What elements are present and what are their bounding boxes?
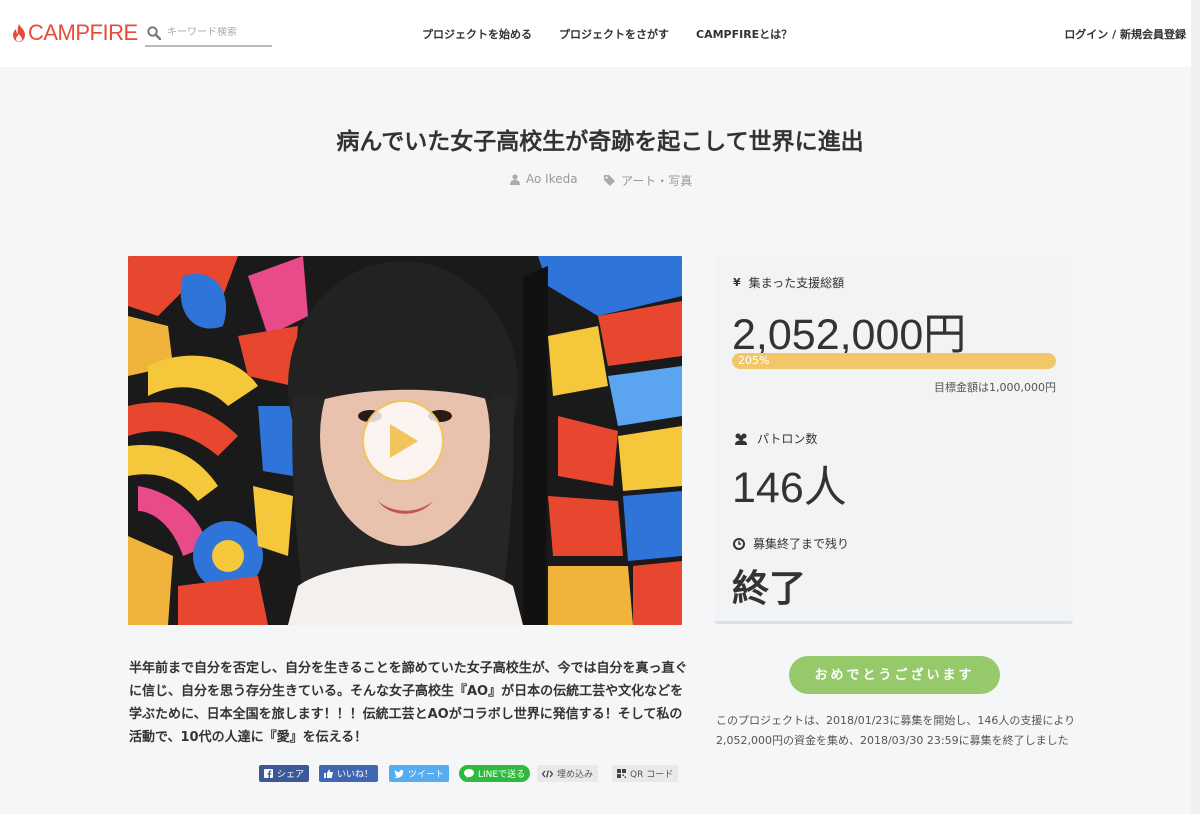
project-title: 病んでいた女子高校生が奇跡を起こして世界に進出 bbox=[336, 129, 864, 155]
progress-percent: 205% bbox=[738, 354, 770, 367]
search-input[interactable] bbox=[167, 27, 267, 38]
logo-text: CAMPFIRE bbox=[28, 20, 138, 45]
qr-label: QR コード bbox=[630, 770, 674, 780]
code-icon bbox=[542, 769, 553, 778]
category-name: アート・写真 bbox=[621, 174, 693, 188]
facebook-share-button[interactable]: シェア bbox=[259, 765, 310, 782]
patrons-label: パトロン数 bbox=[733, 430, 817, 447]
project-owner[interactable]: Ao Ikeda bbox=[510, 172, 578, 186]
facebook-like-label: いいね！ bbox=[337, 770, 374, 780]
facebook-icon bbox=[264, 769, 273, 778]
project-description: 半年前まで自分を否定し、自分を生きることを諦めていた女子高校生が、今では自分を真… bbox=[129, 661, 688, 745]
amount-label: ¥ 集まった支援総額 bbox=[733, 274, 844, 291]
qr-code-button[interactable]: QR コード bbox=[612, 765, 679, 782]
project-video[interactable] bbox=[128, 256, 682, 625]
user-icon bbox=[510, 173, 520, 185]
owner-name: Ao Ikeda bbox=[526, 172, 578, 186]
yen-icon: ¥ bbox=[733, 276, 741, 289]
remaining-time: 終了 bbox=[732, 567, 806, 610]
campfire-logo[interactable]: CAMPFIRE bbox=[12, 20, 138, 46]
nav-find-project[interactable]: プロジェクトをさがす bbox=[559, 26, 669, 42]
flame-icon bbox=[13, 24, 25, 42]
funding-progress-bar: 205% bbox=[732, 353, 1056, 369]
remaining-label-text: 募集終了まで残り bbox=[753, 537, 850, 551]
funding-stats-panel: ¥ 集まった支援総額 2,052,000円 205% 目標金額は1,000,00… bbox=[715, 256, 1073, 624]
thumbs-up-icon bbox=[324, 769, 333, 778]
embed-label: 埋め込み bbox=[557, 770, 594, 780]
twitter-share-label: ツイート bbox=[408, 770, 445, 780]
qr-icon bbox=[617, 769, 626, 778]
patrons-label-text: パトロン数 bbox=[757, 432, 818, 446]
clock-icon bbox=[733, 537, 745, 550]
play-button[interactable] bbox=[362, 400, 444, 482]
facebook-share-label: シェア bbox=[277, 770, 305, 780]
users-icon bbox=[735, 433, 747, 445]
nav-about-campfire[interactable]: CAMPFIREとは？ bbox=[696, 26, 792, 42]
project-category[interactable]: アート・写真 bbox=[604, 172, 692, 189]
embed-button[interactable]: 埋め込み bbox=[537, 765, 599, 782]
line-icon bbox=[464, 769, 474, 778]
project-summary: このプロジェクトは、2018/01/23に募集を開始し、146人の支援により2,… bbox=[716, 714, 1076, 747]
patron-count: 146人 bbox=[732, 464, 847, 512]
tag-icon bbox=[604, 175, 615, 186]
search-icon bbox=[147, 25, 161, 40]
line-share-button[interactable]: LINEで送る bbox=[459, 765, 531, 782]
facebook-like-button[interactable]: いいね！ bbox=[319, 765, 379, 782]
nav-start-project[interactable]: プロジェクトを始める bbox=[422, 26, 532, 42]
amount-label-text: 集まった支援総額 bbox=[748, 276, 845, 290]
congrats-button[interactable]: おめでとうございます bbox=[789, 656, 1000, 694]
goal-amount: 目標金額は1,000,000円 bbox=[934, 381, 1056, 394]
site-header: CAMPFIRE プロジェクトを始める プロジェクトをさがす CAMPFIREと… bbox=[0, 0, 1200, 67]
login-signup-link[interactable]: ログイン / 新規会員登録 bbox=[1064, 26, 1186, 42]
line-share-label: LINEで送る bbox=[478, 770, 526, 780]
scrollbar-track[interactable] bbox=[1191, 0, 1200, 814]
play-icon bbox=[390, 424, 418, 458]
twitter-icon bbox=[394, 769, 404, 778]
search-box[interactable] bbox=[145, 20, 272, 47]
twitter-share-button[interactable]: ツイート bbox=[389, 765, 450, 782]
remaining-label: 募集終了まで残り bbox=[733, 535, 849, 552]
